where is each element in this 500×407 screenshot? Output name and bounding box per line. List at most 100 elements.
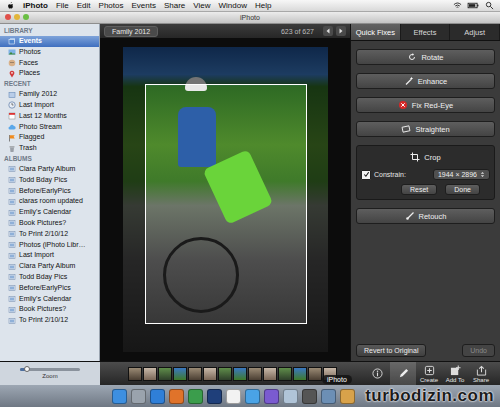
toolbar-button[interactable]	[364, 362, 390, 385]
tab[interactable]: Quick Fixes	[351, 24, 401, 40]
close-button[interactable]	[5, 14, 11, 20]
menu-item[interactable]: View	[193, 1, 210, 10]
menu-item[interactable]: Events	[131, 1, 155, 10]
photo-counter: 623 of 627	[281, 28, 314, 35]
thumbnail[interactable]	[233, 367, 247, 381]
thumbnail[interactable]	[143, 367, 157, 381]
dock-app-icon[interactable]	[283, 389, 298, 404]
dock-app-icon[interactable]	[226, 389, 241, 404]
thumbnail[interactable]	[128, 367, 142, 381]
thumbnail[interactable]	[203, 367, 217, 381]
photo[interactable]	[123, 47, 328, 352]
minimize-button[interactable]	[14, 14, 20, 20]
menu-item[interactable]: Window	[219, 1, 247, 10]
dock-app-icon[interactable]	[207, 389, 222, 404]
thumbnail[interactable]	[293, 367, 307, 381]
zoom-knob[interactable]	[24, 366, 30, 372]
toolbar-button[interactable]: Create	[416, 362, 442, 385]
sidebar-item[interactable]: Flagged	[0, 132, 99, 143]
sidebar-item[interactable]: Photos (iPhoto Libr…	[0, 240, 99, 251]
sidebar-item[interactable]: Emily's Calendar	[0, 207, 99, 218]
toolbar-button[interactable]	[390, 362, 416, 385]
thumbnail[interactable]	[173, 367, 187, 381]
sidebar-item[interactable]: Before/EarlyPics	[0, 186, 99, 197]
battery-icon[interactable]	[467, 1, 480, 10]
dock-app-icon[interactable]	[321, 389, 336, 404]
sidebar-item[interactable]: Family 2012	[0, 89, 99, 100]
dock-app-icon[interactable]	[245, 389, 260, 404]
sidebar-item[interactable]: Last Import	[0, 250, 99, 261]
dock-app-icon[interactable]	[264, 389, 279, 404]
menu-item[interactable]: Edit	[77, 1, 91, 10]
tool-button[interactable]: Fix Red-Eye	[356, 97, 495, 113]
sidebar-item[interactable]: Book Pictures?	[0, 218, 99, 229]
next-button[interactable]	[336, 26, 346, 36]
constrain-label: Constrain:	[374, 171, 406, 178]
tab[interactable]: Adjust	[450, 24, 500, 40]
sidebar-item[interactable]: Todd Bday Pics	[0, 272, 99, 283]
tool-button[interactable]: Rotate	[356, 49, 495, 65]
sidebar-item[interactable]: Todd Bday Pics	[0, 175, 99, 186]
sidebar-item[interactable]: Places	[0, 68, 99, 79]
toolbar-tools: CreateAdd ToShare	[364, 362, 500, 385]
menu-app-name[interactable]: iPhoto	[23, 1, 48, 10]
dock-app-icon[interactable]	[188, 389, 203, 404]
sidebar-label: Flagged	[19, 132, 44, 143]
sidebar-item[interactable]: Clara Party Album	[0, 164, 99, 175]
dock-app-icon[interactable]	[131, 389, 146, 404]
event-button[interactable]: Family 2012	[104, 26, 158, 37]
thumbnail[interactable]	[218, 367, 232, 381]
zoom-slider[interactable]	[20, 368, 80, 371]
apple-icon[interactable]	[6, 1, 15, 10]
dock-app-icon[interactable]	[150, 389, 165, 404]
dock-app-icon[interactable]	[340, 389, 355, 404]
sidebar-item[interactable]: claras room updated	[0, 196, 99, 207]
menu-item[interactable]: Help	[255, 1, 271, 10]
dock-app-icon[interactable]	[302, 389, 317, 404]
menu-item[interactable]: Share	[164, 1, 185, 10]
sidebar-item[interactable]: Before/EarlyPics	[0, 283, 99, 294]
sidebar-item[interactable]: Faces	[0, 58, 99, 69]
crop-rectangle[interactable]	[145, 84, 307, 324]
sidebar-item[interactable]: Book Pictures?	[0, 304, 99, 315]
tool-button[interactable]: Straighten	[356, 121, 495, 137]
thumbnail[interactable]	[248, 367, 262, 381]
crop-action-button[interactable]: Done	[445, 184, 480, 195]
sidebar-item[interactable]: Emily's Calendar	[0, 294, 99, 305]
sidebar-item[interactable]: Photos	[0, 47, 99, 58]
sidebar-item[interactable]: Last Import	[0, 100, 99, 111]
wifi-icon[interactable]	[453, 1, 462, 10]
toolbar-button[interactable]: Add To	[442, 362, 468, 385]
tool-button[interactable]: Enhance	[356, 73, 495, 89]
sidebar-item[interactable]: To Print 2/10/12	[0, 315, 99, 326]
crop-button[interactable]: Crop	[361, 149, 490, 165]
thumbnail[interactable]	[263, 367, 277, 381]
sidebar-label: Last Import	[19, 250, 54, 261]
constrain-checkbox[interactable]	[361, 170, 371, 180]
spotlight-icon[interactable]	[485, 1, 494, 10]
ratio-dropdown[interactable]: 1944 × 2896	[433, 169, 490, 180]
thumbnail[interactable]	[308, 367, 322, 381]
left-arrow-icon	[324, 27, 332, 35]
toolbar-button[interactable]: Share	[468, 362, 494, 385]
retouch-button[interactable]: Retouch	[356, 208, 495, 224]
sidebar-item[interactable]: Last 12 Months	[0, 111, 99, 122]
sidebar-item[interactable]: Trash	[0, 143, 99, 154]
tab[interactable]: Effects	[401, 24, 451, 40]
sidebar-item[interactable]: To Print 2/10/12	[0, 229, 99, 240]
thumbnail[interactable]	[188, 367, 202, 381]
check-icon	[363, 171, 370, 178]
previous-button[interactable]	[323, 26, 333, 36]
thumbnail[interactable]	[158, 367, 172, 381]
sidebar-item[interactable]: Clara Party Album	[0, 261, 99, 272]
menu-item[interactable]: Photos	[99, 1, 124, 10]
sidebar-item[interactable]: Photo Stream	[0, 122, 99, 133]
dock-app-icon[interactable]	[112, 389, 127, 404]
menu-item[interactable]: File	[56, 1, 69, 10]
thumbnail[interactable]	[278, 367, 292, 381]
sidebar-item[interactable]: Events	[0, 36, 99, 47]
dock-app-icon[interactable]	[169, 389, 184, 404]
crop-action-button[interactable]: Reset	[401, 184, 437, 195]
footer-button[interactable]: Revert to Original	[356, 344, 426, 357]
zoom-button[interactable]	[23, 14, 29, 20]
